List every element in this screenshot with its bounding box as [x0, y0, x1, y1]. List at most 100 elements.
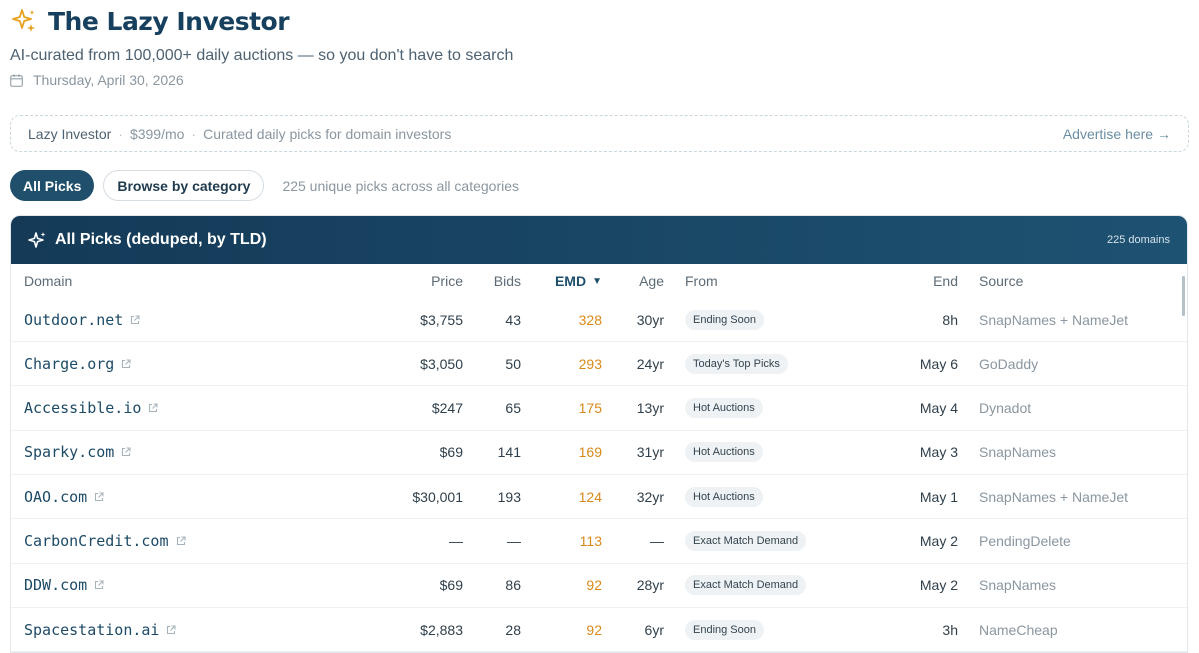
- from-cell: Exact Match Demand: [685, 520, 807, 563]
- current-date: Thursday, April 30, 2026: [33, 72, 184, 88]
- sort-desc-icon: ▼: [592, 275, 602, 287]
- app-title: The Lazy Investor: [48, 6, 290, 36]
- advertise-link[interactable]: Advertise here →: [1063, 126, 1171, 142]
- column-age[interactable]: Age: [639, 264, 664, 298]
- age-cell: —: [650, 533, 664, 549]
- emd-cell: 113: [579, 533, 602, 549]
- end-cell: 8h: [942, 311, 958, 328]
- domain-link[interactable]: Sparky.com: [24, 443, 114, 461]
- source-cell: SnapNames + NameJet: [979, 488, 1129, 505]
- from-cell: Today's Top Picks: [685, 342, 788, 385]
- column-emd[interactable]: EMD ▼: [555, 264, 602, 298]
- price-cell: $3,755: [420, 311, 463, 328]
- source-cell: SnapNames + NameJet: [979, 311, 1129, 328]
- table-header-bar: All Picks (deduped, by TLD) 225 domains: [11, 216, 1187, 264]
- price-cell: $69: [439, 444, 463, 461]
- table-row[interactable]: Charge.org $3,050 50 293 24yr Today's Top Pic…: [11, 342, 1187, 387]
- domain-count: 225 domains: [1107, 234, 1170, 246]
- emd-cell: 124: [578, 488, 602, 505]
- end-cell: May 2: [919, 533, 958, 549]
- external-link-icon[interactable]: [94, 580, 104, 590]
- table-row[interactable]: Outdoor.net $3,755 43 328 30yr Ending Soon 8h S…: [11, 298, 1187, 342]
- end-cell: May 3: [919, 444, 958, 461]
- domain-link[interactable]: OAO.com: [24, 488, 87, 506]
- sparkle-icon: [12, 9, 35, 32]
- age-cell: 24yr: [636, 355, 664, 372]
- all-picks-tab[interactable]: All Picks: [10, 170, 95, 201]
- domain-link[interactable]: Charge.org: [24, 355, 114, 373]
- age-cell: 32yr: [636, 488, 664, 505]
- from-cell: Ending Soon: [685, 608, 764, 651]
- domain-link[interactable]: CarbonCredit.com: [24, 532, 169, 550]
- emd-cell: 169: [578, 444, 602, 461]
- emd-cell: 92: [586, 577, 602, 594]
- domain-cell: OAO.com: [24, 475, 104, 518]
- source-list-badge: Ending Soon: [685, 309, 764, 330]
- end-cell: May 4: [919, 400, 958, 417]
- end-cell: May 1: [919, 488, 958, 505]
- table-row[interactable]: Spacestation.ai $2,883 28 92 6yr Ending Soon 3…: [11, 608, 1187, 652]
- price-cell: $69: [439, 577, 463, 594]
- external-link-icon[interactable]: [121, 447, 131, 457]
- source-list-badge: Hot Auctions: [685, 442, 763, 463]
- end-cell: 3h: [942, 621, 958, 638]
- age-cell: 6yr: [644, 621, 664, 638]
- sparkle-icon: [28, 231, 46, 248]
- external-link-icon[interactable]: [176, 536, 186, 546]
- source-list-badge: Ending Soon: [685, 619, 764, 640]
- column-headers: Domain Price Bids EMD ▼ Age From End Sou…: [11, 264, 1187, 298]
- source-cell: SnapNames: [979, 444, 1057, 461]
- picks-count-note: 225 unique picks across all categories: [282, 177, 520, 194]
- emd-cell: 175: [578, 400, 602, 417]
- domain-cell: Sparky.com: [24, 431, 131, 474]
- from-cell: Hot Auctions: [685, 431, 763, 474]
- column-source[interactable]: Source: [979, 264, 1023, 298]
- external-link-icon[interactable]: [148, 403, 158, 413]
- source-cell: GoDaddy: [979, 355, 1039, 372]
- table-row[interactable]: Sparky.com $69 141 169 31yr Hot Auctions May 3…: [11, 431, 1187, 475]
- column-from[interactable]: From: [685, 264, 718, 298]
- domain-cell: Spacestation.ai: [24, 608, 177, 651]
- domain-link[interactable]: DDW.com: [24, 576, 87, 594]
- age-cell: 28yr: [636, 577, 664, 594]
- source-cell: PendingDelete: [979, 533, 1071, 549]
- table-row[interactable]: DDW.com $69 86 92 28yr Exact Match Demand May …: [11, 564, 1187, 608]
- table-row[interactable]: OAO.com $30,001 193 124 32yr Hot Auctions May …: [11, 475, 1187, 520]
- bids-cell: 193: [497, 488, 521, 505]
- domain-cell: CarbonCredit.com: [24, 520, 186, 563]
- bids-cell: 28: [505, 621, 521, 638]
- domain-cell: Outdoor.net: [24, 298, 140, 341]
- domain-link[interactable]: Accessible.io: [24, 399, 141, 417]
- age-cell: 31yr: [636, 444, 664, 461]
- date-row: Thursday, April 30, 2026: [10, 72, 1190, 88]
- domain-cell: DDW.com: [24, 564, 104, 607]
- price-cell: $2,883: [420, 621, 463, 638]
- table-title: All Picks (deduped, by TLD): [55, 231, 267, 248]
- ad-banner: Lazy Investor · $399/mo · Curated daily …: [10, 115, 1189, 152]
- source-cell: SnapNames: [979, 577, 1057, 594]
- source-list-badge: Hot Auctions: [685, 398, 763, 419]
- price-cell: $30,001: [412, 488, 463, 505]
- ad-description: Curated daily picks for domain investors: [203, 125, 452, 142]
- end-cell: May 2: [919, 577, 958, 594]
- bids-cell: 86: [505, 577, 521, 594]
- domain-link[interactable]: Spacestation.ai: [24, 621, 159, 639]
- ad-brand: Lazy Investor: [28, 125, 112, 142]
- table-row[interactable]: Accessible.io $247 65 175 13yr Hot Auctions Ma…: [11, 387, 1187, 431]
- table-scrollbar[interactable]: [1182, 276, 1185, 316]
- column-price[interactable]: Price: [431, 264, 463, 298]
- bids-cell: 141: [497, 444, 521, 461]
- table-row[interactable]: CarbonCredit.com — — 113 — Exact Match Demand…: [11, 520, 1187, 564]
- external-link-icon[interactable]: [121, 359, 131, 369]
- external-link-icon[interactable]: [94, 492, 104, 502]
- bids-cell: —: [507, 533, 521, 549]
- column-bids[interactable]: Bids: [494, 264, 521, 298]
- external-link-icon[interactable]: [130, 314, 140, 325]
- picks-table-card: All Picks (deduped, by TLD) 225 domains …: [10, 215, 1188, 653]
- column-domain[interactable]: Domain: [24, 264, 72, 298]
- external-link-icon[interactable]: [166, 625, 177, 635]
- title-row: The Lazy Investor: [10, 4, 1190, 38]
- column-end[interactable]: End: [933, 264, 958, 298]
- domain-link[interactable]: Outdoor.net: [24, 311, 123, 329]
- browse-by-category-tab[interactable]: Browse by category: [103, 170, 265, 201]
